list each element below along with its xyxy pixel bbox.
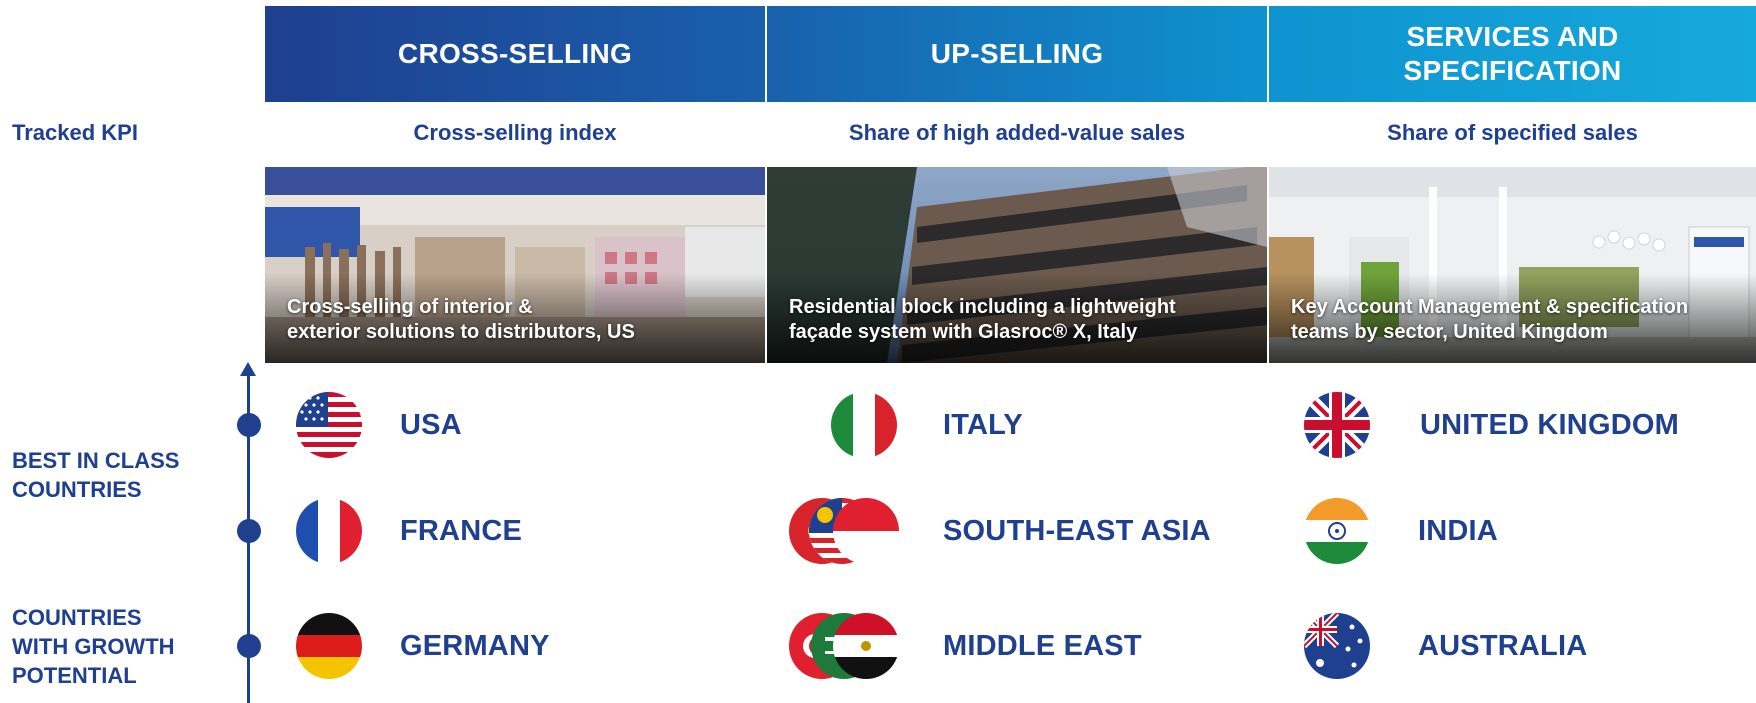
photo-residential-block: Residential block including a lightweigh… [767, 167, 1267, 363]
header-services-specification: SERVICES AND SPECIFICATION [1269, 6, 1756, 102]
germany-flag-icon [296, 613, 362, 679]
photo-hospital-lobby: Key Account Management & specification t… [1269, 167, 1756, 363]
caption-cross-selling: Cross-selling of interior & exterior sol… [287, 296, 635, 343]
france-flag-icon [296, 498, 362, 564]
country-middle-east: MIDDLE EAST [943, 630, 1142, 662]
header-up-selling: UP-SELLING [767, 6, 1267, 102]
middle-east-flags-icon [789, 613, 899, 679]
best-in-class-label: BEST IN CLASS COUNTRIES [12, 448, 180, 502]
kpi-specification: Share of specified sales [1387, 120, 1638, 145]
tracked-kpi-label: Tracked KPI [12, 120, 138, 145]
country-united-kingdom: UNITED KINGDOM [1420, 409, 1679, 441]
south-east-asia-flags-icon [789, 498, 899, 564]
kpi-up-selling: Share of high added-value sales [848, 120, 1186, 145]
caption-up-selling: Residential block including a lightweigh… [789, 296, 1176, 343]
country-usa: USA [400, 409, 462, 441]
country-france: FRANCE [400, 515, 523, 547]
growth-potential-label: COUNTRIES WITH GROWTH POTENTIAL [12, 605, 175, 688]
axis-dot-row-1 [237, 413, 261, 437]
axis-dot-row-3 [237, 634, 261, 658]
axis-dot-row-2 [237, 519, 261, 543]
header-cross-selling: CROSS-SELLING [265, 6, 765, 102]
axis-arrow-up-icon [240, 362, 256, 376]
country-italy: ITALY [943, 409, 1023, 441]
india-flag-icon [1304, 498, 1370, 564]
italy-flag-icon [831, 392, 897, 458]
caption-specification: Key Account Management & specification t… [1291, 296, 1689, 343]
united-kingdom-flag-icon [1304, 392, 1370, 458]
country-south-east-asia: SOUTH-EAST ASIA [943, 515, 1211, 547]
country-germany: GERMANY [400, 630, 550, 662]
australia-flag-icon [1304, 613, 1370, 679]
country-india: INDIA [1418, 515, 1498, 547]
country-australia: AUSTRALIA [1418, 630, 1588, 662]
usa-flag-icon [296, 392, 362, 458]
photo-store-interior: Cross-selling of interior & exterior sol… [265, 167, 765, 363]
kpi-cross-selling: Cross-selling index [413, 120, 617, 145]
